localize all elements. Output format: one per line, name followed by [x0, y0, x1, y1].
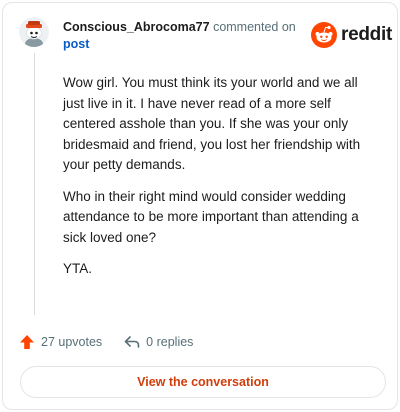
thread-line [34, 53, 35, 315]
comment-actions: 27 upvotes 0 replies [19, 333, 193, 351]
comment-paragraph: YTA. [63, 261, 93, 276]
comment-paragraph: Wow girl. You must think its your world … [63, 75, 361, 172]
upvote-arrow-icon [20, 335, 34, 349]
view-conversation-button[interactable]: View the conversation [20, 366, 386, 398]
comment-paragraph: Who in their right mind would consider w… [63, 188, 359, 245]
comment-body: Wow girl. You must think its your world … [63, 73, 375, 291]
avatar[interactable] [19, 17, 49, 47]
user-avatar-icon [19, 17, 49, 47]
reddit-snoo-icon [311, 22, 337, 48]
embedded-comment-card: Conscious_Abrocoma77 commented on post r… [2, 2, 398, 410]
reply-count: 0 replies [146, 335, 194, 349]
comment-header: Conscious_Abrocoma77 commented on post [63, 19, 313, 53]
username[interactable]: Conscious_Abrocoma77 [63, 20, 210, 34]
meta-text: commented on [213, 20, 296, 34]
reddit-wordmark: reddit [341, 24, 392, 45]
reddit-logo[interactable]: reddit [311, 22, 392, 48]
upvote-button[interactable]: 27 upvotes [19, 334, 102, 350]
replies-button[interactable]: 0 replies [124, 334, 193, 350]
post-link[interactable]: post [63, 37, 89, 51]
reply-arrow-icon [124, 336, 140, 348]
upvote-count: 27 upvotes [41, 335, 103, 349]
